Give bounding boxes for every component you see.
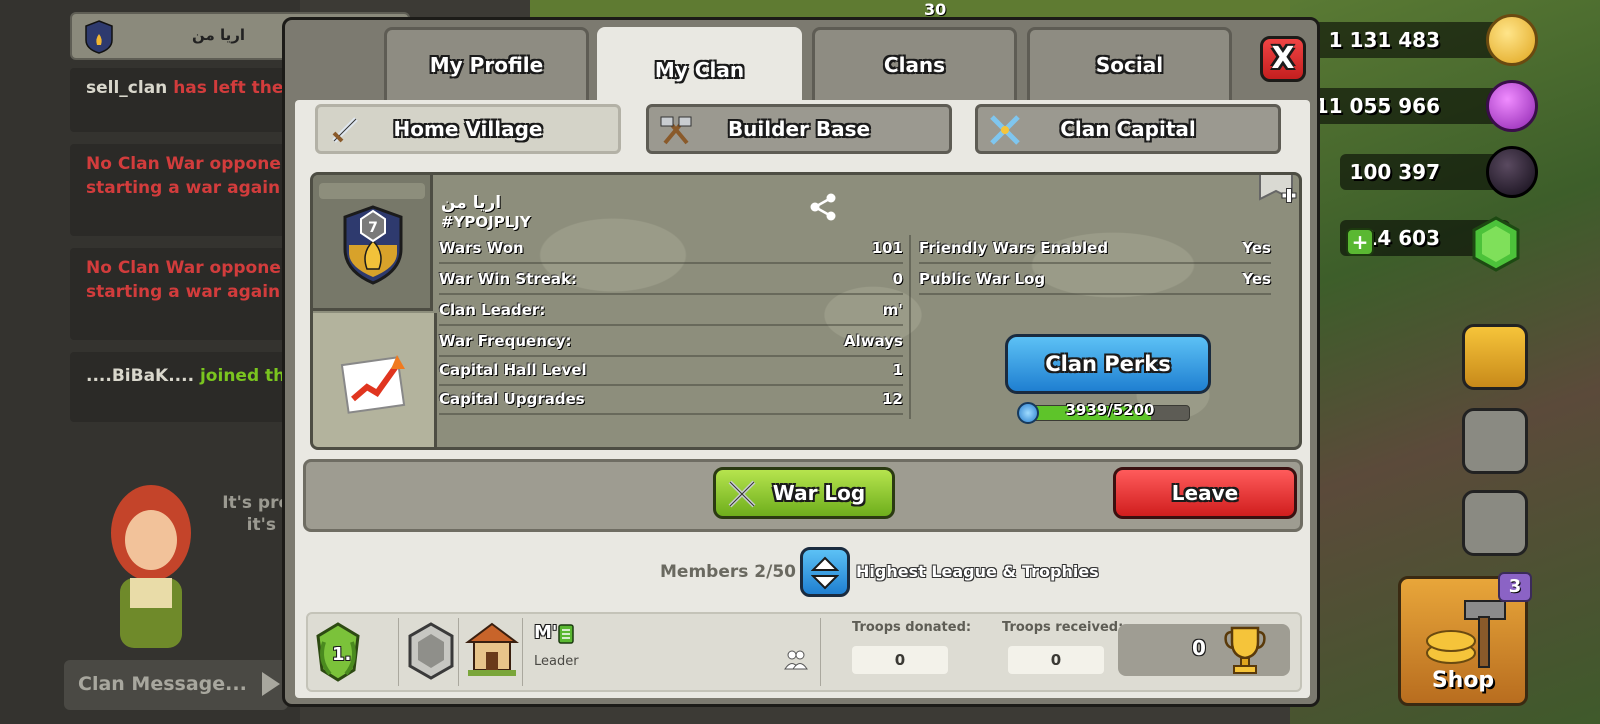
friends-icon[interactable] — [784, 648, 808, 670]
clan-badge-icon — [85, 20, 113, 54]
crossed-swords-icon — [990, 115, 1020, 145]
clan-tag: #YPOJPLJY — [441, 213, 531, 231]
gold-resource-bar: 1 131 483 — [1310, 22, 1510, 58]
member-name: M' — [534, 622, 558, 643]
chat-message: sell_clan has left the — [70, 68, 300, 132]
elixir-icon — [1486, 80, 1538, 132]
send-icon[interactable] — [262, 672, 280, 696]
villager-character-icon — [111, 485, 191, 648]
clan-perks-button[interactable]: Clan Perks — [1005, 334, 1211, 394]
villager-tip-text: It's pre it's t — [222, 493, 290, 535]
stat-war-frequency: War Frequency: Always — [439, 327, 903, 357]
dark-elixir-resource-bar: 100 397 — [1340, 154, 1510, 190]
events-button[interactable] — [1462, 324, 1528, 390]
close-button[interactable]: X — [1260, 36, 1306, 82]
sort-arrows-icon — [811, 556, 839, 590]
member-rank: 1. — [308, 614, 398, 690]
members-count: Members 2/50 — [660, 562, 796, 582]
clan-message-input[interactable]: Clan Message... — [64, 660, 288, 710]
clan-stats-panel — [313, 313, 437, 447]
clan-badge-shield-icon: 7 — [343, 205, 403, 285]
league-badge-icon — [408, 622, 454, 680]
crossed-swords-icon — [728, 480, 756, 508]
sort-mode-label: Highest League & Trophies — [856, 562, 1099, 581]
leave-clan-button[interactable]: Leave — [1113, 467, 1297, 519]
clan-badge-panel: 7 — [313, 175, 433, 311]
stat-public-war-log: Public War Log Yes — [919, 265, 1271, 295]
chat-message: No Clan War opponer starting a war again — [70, 248, 300, 340]
sword-icon — [332, 117, 358, 143]
stats-chart-icon — [340, 355, 406, 414]
subtab-builder-base[interactable]: Builder Base — [646, 104, 952, 154]
troops-received-label: Troops received: — [1002, 620, 1124, 635]
share-icon[interactable] — [807, 191, 839, 223]
subtab-clan-capital[interactable]: Clan Capital — [975, 104, 1281, 154]
tab-clans[interactable]: Clans — [812, 27, 1017, 100]
stat-clan-leader: Clan Leader: m' — [439, 296, 903, 326]
shop-hammer-icon — [1426, 600, 1506, 668]
stat-friendly-wars: Friendly Wars Enabled Yes — [919, 234, 1271, 264]
stat-capital-hall-level: Capital Hall Level 1 — [439, 356, 903, 386]
subtab-home-village[interactable]: Home Village — [315, 104, 621, 154]
stat-war-win-streak: War Win Streak: 0 — [439, 265, 903, 295]
member-trophies: 0 — [1118, 624, 1290, 676]
chat-clan-name: اريا من — [192, 26, 246, 44]
tab-my-clan[interactable]: My Clan — [597, 27, 802, 109]
war-log-button[interactable]: War Log — [713, 467, 895, 519]
member-notes-icon — [558, 624, 574, 644]
troops-donated-value: 0 — [852, 646, 948, 674]
chat-message: No Clan War opponer starting a war again — [70, 144, 300, 236]
sort-members-button[interactable] — [800, 547, 850, 597]
troops-received-value: 0 — [1008, 646, 1104, 674]
member-role: Leader — [534, 654, 579, 669]
elixir-resource-bar: 11 055 966 — [1310, 88, 1510, 124]
tab-social[interactable]: Social — [1027, 27, 1232, 100]
chat-message: ....BiBaK.... joined the — [70, 352, 300, 422]
clan-perks-progress-text: 3939/5200 — [1065, 401, 1155, 419]
troops-donated-label: Troops donated: — [852, 620, 972, 635]
clan-level-number: 7 — [368, 220, 378, 236]
dark-elixir-icon — [1486, 146, 1538, 198]
trophy-icon — [1224, 626, 1266, 674]
clan-name: اريا من — [441, 193, 502, 213]
add-gems-button[interactable]: + — [1346, 228, 1374, 256]
gem-icon — [1472, 216, 1520, 272]
bookmark-add-icon[interactable] — [1258, 172, 1298, 211]
town-hall-icon — [465, 622, 519, 676]
stat-wars-won: Wars Won 101 — [439, 234, 903, 264]
tab-my-profile[interactable]: My Profile — [384, 27, 589, 100]
settings-gear-icon[interactable] — [1462, 490, 1528, 556]
gold-icon — [1486, 14, 1538, 66]
shop-notification-badge: 3 — [1498, 572, 1532, 602]
member-list-item[interactable]: 1. M' Leader Troops donated: 0 Troops re… — [306, 612, 1302, 692]
stat-capital-upgrades: Capital Upgrades 12 — [439, 385, 903, 415]
edit-layout-button[interactable] — [1462, 408, 1528, 474]
crossed-axes-icon — [660, 116, 692, 145]
